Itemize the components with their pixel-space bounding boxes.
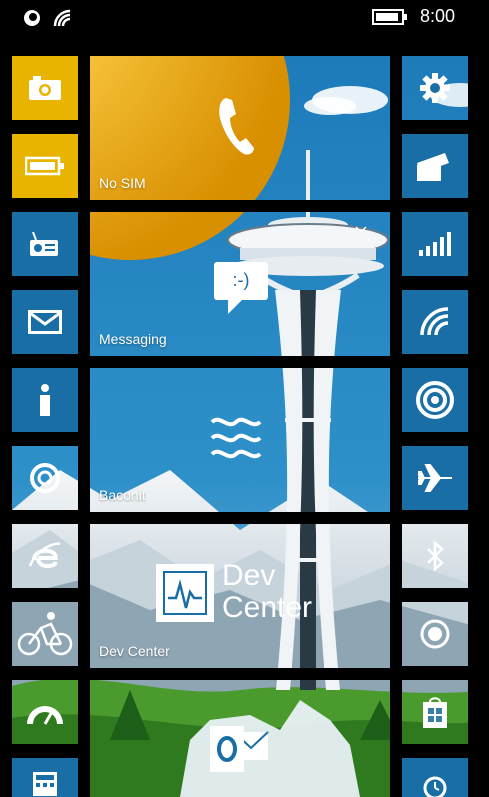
- logo-line-1: Dev: [222, 559, 276, 592]
- dev-center-logo: [156, 564, 214, 622]
- dev-center-tile[interactable]: Dev Center Dev Center: [90, 524, 390, 668]
- outlook-tile[interactable]: [90, 680, 390, 797]
- nfc-tile[interactable]: [402, 368, 468, 432]
- battery-icon: [25, 156, 64, 176]
- settings-tile[interactable]: [402, 56, 468, 120]
- store-tile[interactable]: [402, 680, 468, 744]
- wifi-icon: [420, 307, 449, 336]
- logo-line-2: Center: [222, 591, 313, 624]
- cycling-tile[interactable]: [12, 602, 78, 666]
- dev-center-logo-mark: [163, 571, 207, 615]
- phone-tile-label: No SIM: [99, 175, 146, 191]
- project-tile[interactable]: [402, 134, 468, 198]
- camera-icon: [29, 76, 61, 100]
- phone-tile[interactable]: No SIM: [90, 56, 390, 200]
- project-icon: [417, 153, 449, 181]
- dev-center-tile-label: Dev Center: [99, 643, 170, 659]
- messaging-tile[interactable]: :-) Messaging: [90, 212, 390, 356]
- clock: 8:00: [419, 6, 455, 26]
- phone-icon: [219, 98, 254, 155]
- chevron-down-icon: [355, 226, 367, 234]
- record-icon: [420, 619, 450, 649]
- internet-explorer-tile[interactable]: [12, 524, 78, 588]
- info-icon: [40, 384, 50, 416]
- dev-center-logo-text: Dev Center: [222, 560, 312, 624]
- gear-icon: [420, 73, 450, 103]
- info-tile[interactable]: [12, 368, 78, 432]
- sim-status-icon: [24, 10, 40, 26]
- calculator-icon: [33, 772, 57, 796]
- bluetooth-tile[interactable]: [402, 524, 468, 588]
- cortana-icon: [30, 463, 60, 493]
- bluetooth-icon: [427, 541, 444, 571]
- wifi-status-icon: [53, 9, 71, 27]
- status-bar: 8:00: [0, 0, 489, 38]
- speedometer-icon: [27, 706, 63, 725]
- cortana-tile[interactable]: [12, 446, 78, 510]
- mail-tile[interactable]: [12, 290, 78, 354]
- record-tile[interactable]: [402, 602, 468, 666]
- mail-icon: [28, 310, 62, 334]
- outlook-icon: [210, 726, 269, 772]
- baconit-tile-label: Baconit: [99, 487, 146, 503]
- target-icon: [416, 381, 454, 419]
- baconit-tile[interactable]: Baconit: [90, 368, 390, 512]
- ie-icon: [28, 542, 61, 569]
- wave-icon: [210, 417, 262, 459]
- store-icon: [423, 697, 447, 728]
- alarm-icon: [423, 776, 447, 797]
- radio-tile[interactable]: [12, 212, 78, 276]
- bubble-text: :-): [232, 270, 250, 290]
- airplane-icon: [418, 464, 452, 492]
- signal-icon: [419, 232, 451, 256]
- messaging-tile-label: Messaging: [99, 331, 167, 347]
- alarms-tile[interactable]: [402, 758, 468, 797]
- calculator-tile[interactable]: [12, 758, 78, 797]
- data-sense-tile[interactable]: [12, 680, 78, 744]
- battery-saver-tile[interactable]: [12, 134, 78, 198]
- radio-icon: [30, 232, 58, 256]
- cycling-icon: [17, 612, 73, 656]
- camera-tile[interactable]: [12, 56, 78, 120]
- battery-status-icon: [371, 8, 407, 25]
- airplane-tile[interactable]: [402, 446, 468, 510]
- wifi-tile[interactable]: [402, 290, 468, 354]
- cellular-tile[interactable]: [402, 212, 468, 276]
